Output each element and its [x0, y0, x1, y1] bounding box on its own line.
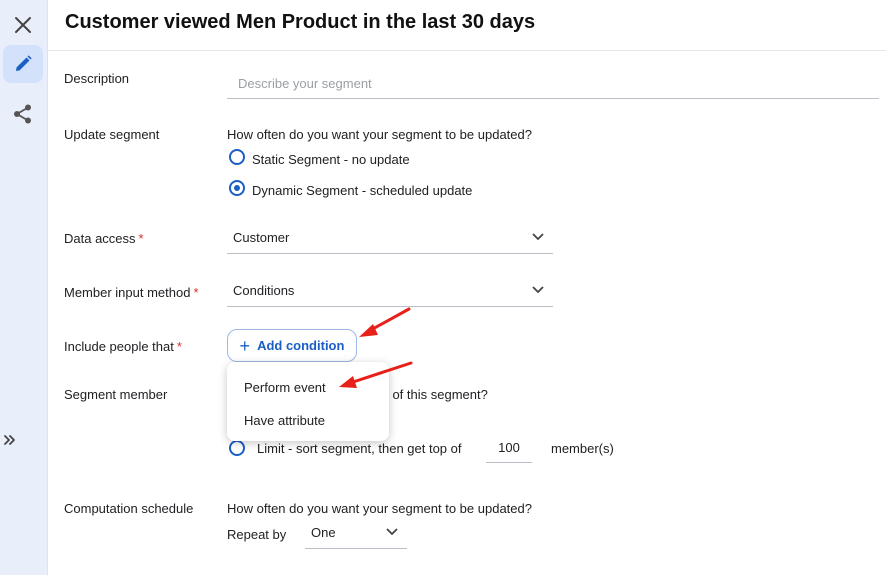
member-input-method-value: Conditions [233, 282, 295, 298]
expand-sidebar-button[interactable] [2, 432, 18, 453]
repeat-by-label: Repeat by [227, 527, 287, 542]
dynamic-segment-radio[interactable] [229, 180, 245, 196]
update-segment-label: Update segment [64, 127, 160, 142]
description-input[interactable] [227, 68, 879, 99]
member-input-method-select[interactable]: Conditions [227, 274, 553, 307]
computation-schedule-prompt: How often do you want your segment to be… [227, 501, 532, 516]
update-segment-prompt: How often do you want your segment to be… [227, 127, 532, 142]
limit-label: Limit - sort segment, then get top of [257, 441, 462, 456]
segment-member-prompt: rs of this segment? [378, 387, 488, 402]
add-condition-button[interactable]: + Add condition [227, 329, 357, 362]
limit-suffix: member(s) [551, 441, 614, 456]
data-access-label: Data access * [64, 231, 144, 246]
member-input-method-label: Member input method * [64, 285, 199, 300]
repeat-by-value: One [311, 524, 336, 540]
segment-member-label: Segment member [64, 387, 168, 402]
include-people-label: Include people that * [64, 339, 182, 354]
repeat-by-select[interactable]: One [305, 516, 407, 549]
dynamic-segment-label: Dynamic Segment - scheduled update [252, 183, 473, 198]
side-toolbar [0, 0, 48, 575]
data-access-value: Customer [233, 229, 290, 245]
arrow-to-add-condition [359, 307, 411, 337]
chevron-down-icon [385, 525, 399, 539]
static-segment-label: Static Segment - no update [252, 152, 410, 167]
double-chevron-right-icon [4, 435, 15, 445]
edit-button[interactable] [3, 45, 43, 83]
chevron-down-icon [531, 283, 545, 297]
data-access-select[interactable]: Customer [227, 221, 553, 254]
share-icon [14, 104, 31, 124]
limit-radio[interactable] [229, 440, 245, 456]
chevron-down-icon [531, 230, 545, 244]
close-icon [15, 17, 31, 33]
menu-item-have-attribute[interactable]: Have attribute [244, 413, 325, 428]
page-title: Customer viewed Men Product in the last … [65, 11, 536, 33]
close-button[interactable] [3, 6, 43, 44]
plus-icon: + [239, 335, 251, 356]
static-segment-radio[interactable] [229, 149, 245, 165]
pencil-icon [16, 55, 32, 71]
page-header: Customer viewed Men Product in the last … [48, 0, 886, 51]
computation-schedule-label: Computation schedule [64, 501, 194, 516]
share-button[interactable] [3, 95, 43, 133]
menu-item-perform-event[interactable]: Perform event [244, 380, 326, 395]
limit-count-input[interactable] [486, 432, 532, 463]
add-condition-label: Add condition [257, 338, 345, 353]
description-label: Description [64, 71, 130, 86]
condition-menu: Perform event Have attribute [227, 362, 389, 441]
